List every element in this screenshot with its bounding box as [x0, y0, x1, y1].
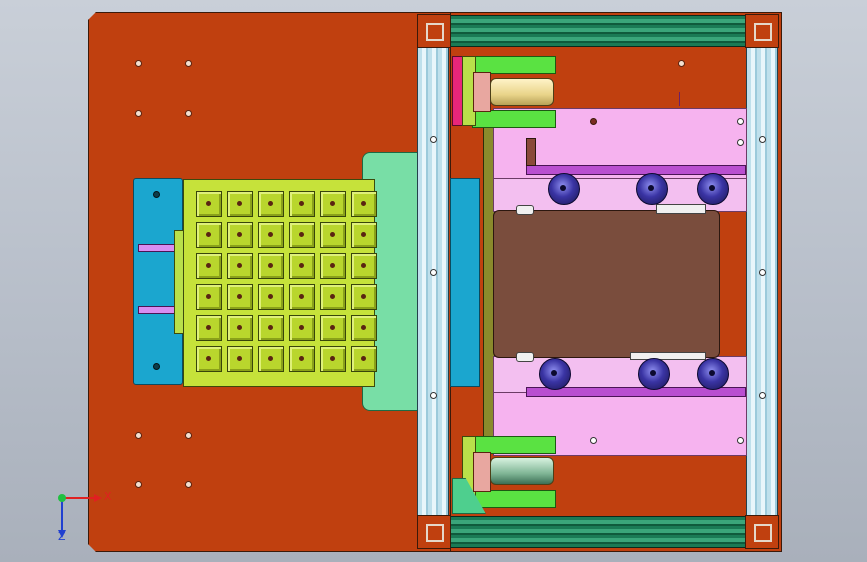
bearing-wheel: [539, 358, 571, 390]
grid-cell: [227, 222, 253, 248]
axis-x-label: X: [104, 490, 112, 503]
mount-hole: [678, 60, 685, 67]
mount-hole: [135, 60, 142, 67]
guide-pin: [138, 244, 176, 252]
grid-cell: [351, 191, 377, 217]
roller-axle-housing: [473, 72, 491, 112]
grid-cell: [258, 222, 284, 248]
rail-hole: [759, 269, 766, 276]
grid-cell: [320, 284, 346, 310]
grid-cell: [258, 346, 284, 372]
grid-cell: [258, 191, 284, 217]
grid-cell: [258, 315, 284, 341]
mount-hole: [185, 481, 192, 488]
axis-z-label: Z: [58, 530, 66, 543]
grid-cell: [196, 253, 222, 279]
grid-cell: [320, 191, 346, 217]
workpiece-block: [493, 210, 720, 358]
grid-cell: [227, 284, 253, 310]
cell-grid-tray: [183, 179, 377, 387]
cyan-clamp-block-right: [450, 178, 480, 387]
screw-hole: [153, 363, 160, 370]
corner-bracket: [417, 515, 451, 549]
grid-cell: [196, 315, 222, 341]
screw-hole: [153, 191, 160, 198]
workpiece-clip: [656, 204, 706, 214]
guide-roller-top: [490, 78, 554, 106]
roller-axle-housing: [473, 452, 491, 492]
mount-hole: [185, 60, 192, 67]
bearing-wheel: [697, 173, 729, 205]
grid-cell: [320, 222, 346, 248]
grid-cell: [196, 346, 222, 372]
cad-viewport[interactable]: X Z: [0, 0, 867, 562]
grid-cell: [320, 346, 346, 372]
grid-cell: [320, 253, 346, 279]
grid-cell: [289, 191, 315, 217]
aluminum-rail-left: [417, 14, 449, 548]
mount-hole: [185, 432, 192, 439]
grid-cell: [227, 253, 253, 279]
grid-cell: [196, 191, 222, 217]
grid-cell: [227, 315, 253, 341]
grid-cell: [258, 253, 284, 279]
bearing-wheel: [697, 358, 729, 390]
grid-cell: [320, 315, 346, 341]
grid-cell: [289, 253, 315, 279]
bearing-wheel: [548, 173, 580, 205]
grid-cell: [196, 222, 222, 248]
carriage-hole: [737, 437, 744, 444]
mount-hole: [135, 110, 142, 117]
corner-bracket: [745, 515, 779, 549]
rail-hole: [430, 392, 437, 399]
mount-hole: [135, 432, 142, 439]
workpiece-clip: [516, 352, 534, 362]
workpiece-clip: [630, 352, 706, 360]
grid-cell: [351, 222, 377, 248]
axis-triad: X Z: [54, 488, 114, 543]
bearing-wheel: [638, 358, 670, 390]
carriage-hole: [590, 437, 597, 444]
grid-cell: [351, 346, 377, 372]
grid-cell: [196, 284, 222, 310]
grid-cell: [227, 346, 253, 372]
workpiece-clip: [516, 205, 534, 215]
rail-hole: [759, 392, 766, 399]
grid-cell: [351, 315, 377, 341]
bearing-wheel: [636, 173, 668, 205]
aluminum-rail-top: [450, 15, 748, 47]
grid-cell: [258, 284, 284, 310]
mount-hole: [185, 110, 192, 117]
grid-cell: [289, 315, 315, 341]
guide-roller-bottom: [490, 457, 554, 485]
grid-cell: [351, 284, 377, 310]
roller-bracket-bottom: [472, 490, 556, 508]
grid-cell: [289, 222, 315, 248]
rail-hole: [430, 269, 437, 276]
stop-block: [526, 138, 536, 166]
carriage-hole: [737, 118, 744, 125]
grid-cell: [351, 253, 377, 279]
mount-hole: [135, 481, 142, 488]
roller-bracket-top: [472, 110, 556, 128]
carriage-hole: [590, 118, 597, 125]
guide-pin: [138, 306, 176, 314]
corner-bracket: [745, 14, 779, 48]
carriage-hole: [737, 139, 744, 146]
grid-cell: [289, 346, 315, 372]
corner-bracket: [417, 14, 451, 48]
rail-hole: [430, 136, 437, 143]
aluminum-rail-bottom: [450, 516, 748, 548]
indicator-line: [679, 92, 680, 106]
rail-hole: [759, 136, 766, 143]
grid-cell: [289, 284, 315, 310]
aluminum-rail-right: [746, 14, 778, 548]
grid-cell: [227, 191, 253, 217]
